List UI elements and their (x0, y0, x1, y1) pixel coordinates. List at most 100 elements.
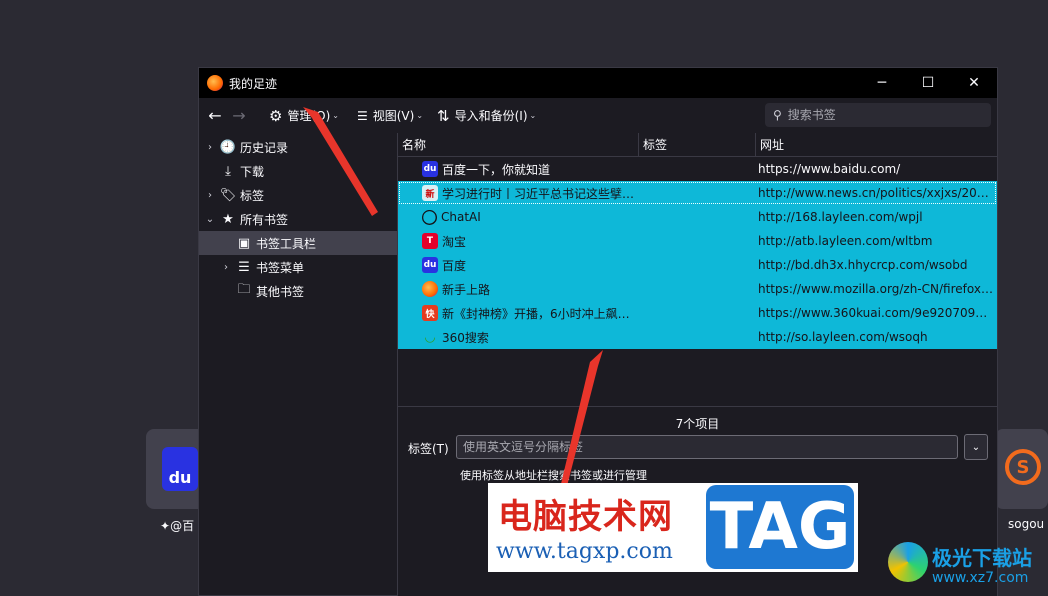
import-backup-menu-button[interactable]: ⇅ 导入和备份(I) ⌄ (431, 102, 542, 130)
import-label: 导入和备份(I) (454, 109, 528, 123)
search-icon: ⚲ (773, 108, 782, 122)
tag-dropdown-button[interactable]: ⌄ (964, 434, 988, 460)
view-menu-button[interactable]: ☰ 视图(V) ⌄ (351, 102, 429, 130)
sidebar-item-bookmarks-menu[interactable]: › ☰ 书签菜单 (199, 255, 397, 279)
chevron-down-icon[interactable]: ⌄ (205, 214, 215, 225)
table-row[interactable]: T 淘宝 http://atb.layleen.com/wltbm (398, 229, 997, 253)
title-bar[interactable]: 我的足迹 ─ ☐ ✕ (199, 68, 997, 98)
chevron-down-icon: ⌄ (416, 111, 424, 120)
firefox-favicon-icon (422, 281, 438, 297)
sort-arrows-icon: ⇅ (437, 106, 450, 125)
search-input[interactable] (785, 107, 980, 123)
star-icon: ★ (222, 211, 234, 227)
sidebar-item-downloads[interactable]: ⤓ 下载 (199, 159, 397, 183)
tag-input[interactable] (456, 435, 958, 459)
forward-button[interactable]: → (227, 106, 251, 125)
table-row[interactable]: ◡ 360搜索 http://so.layleen.com/wsoqh (398, 325, 997, 349)
chevron-down-icon: ⌄ (332, 111, 339, 120)
sidebar-item-other-bookmarks[interactable]: 🗀 其他书签 (199, 279, 397, 303)
chevron-down-icon: ⌄ (529, 111, 537, 120)
table-row[interactable]: 新学习进行时丨习近平总书记这些擘… http://www.news.cn/pol… (398, 181, 997, 205)
sidebar-item-bookmarks-toolbar[interactable]: ▣ 书签工具栏 (199, 231, 397, 255)
baidu-favicon-icon: du (422, 161, 438, 177)
tag-field-label: 标签(T) (408, 442, 449, 456)
table-row[interactable]: du 百度 http://bd.dh3x.hhycrcp.com/wsobd (398, 253, 997, 277)
sidebar-item-label: 书签菜单 (256, 260, 305, 275)
column-header-tags[interactable]: 标签 (639, 133, 756, 157)
row-url: http://168.layleen.com/wpjl (758, 210, 923, 224)
bookmark-list: 名称 标签 网址 du 百度一下，你就知道 https://www.baidu.c… (398, 133, 997, 405)
xz7-watermark: 极光下载站 www.xz7.com (888, 540, 1043, 590)
sogou-logo-icon: S (1005, 449, 1041, 485)
table-row[interactable]: du 百度一下，你就知道 https://www.baidu.com/ (398, 157, 997, 181)
sidebar-item-tags[interactable]: › 🏷 标签 (199, 183, 397, 207)
row-name: 新手上路 (442, 282, 491, 297)
row-name: 百度一下，你就知道 (442, 162, 551, 177)
column-header-url[interactable]: 网址 (756, 133, 997, 157)
manage-menu-button[interactable]: ⚙ 管理(O) ⌄ (263, 102, 345, 130)
sidebar-item-label: 书签工具栏 (256, 236, 317, 251)
row-name: 百度 (442, 258, 467, 273)
row-name: 淘宝 (442, 234, 467, 249)
firefox-icon (207, 75, 223, 91)
360kuai-favicon-icon: 快 (422, 305, 438, 321)
top-site-label-sogou: sogou (1008, 517, 1045, 531)
table-row[interactable]: ◯ ChatAI http://168.layleen.com/wpjl (398, 205, 997, 229)
watermark-site-url: www.tagxp.com (496, 539, 673, 564)
table-row[interactable]: 新手上路 https://www.mozilla.org/zh-CN/firef… (398, 277, 997, 301)
top-site-label-baidu: ✦@百 (160, 519, 195, 533)
globe-icon: ◯ (422, 209, 438, 225)
column-header-name[interactable]: 名称 (398, 133, 639, 157)
bookmark-search-box[interactable]: ⚲ (765, 103, 991, 127)
item-count: 7个项目 (675, 417, 720, 431)
watermark-jg-url: www.xz7.com (932, 570, 1029, 586)
watermark-tag-logo: TAG (706, 485, 854, 569)
tagxp-watermark: 电脑技术网 www.tagxp.com TAG (488, 483, 858, 572)
chevron-right-icon[interactable]: › (205, 142, 215, 153)
back-button[interactable]: ← (203, 106, 227, 125)
row-name: ChatAI (441, 210, 481, 224)
sidebar-item-label: 其他书签 (256, 284, 305, 299)
row-url: http://so.layleen.com/wsoqh (758, 330, 928, 344)
sidebar-item-all-bookmarks[interactable]: ⌄ ★ 所有书签 (199, 207, 397, 231)
watermark-jg-name: 极光下载站 (932, 546, 1032, 570)
view-label: 视图(V) (372, 109, 415, 123)
bookmarks-toolbar-icon: ▣ (237, 235, 251, 251)
minimize-button[interactable]: ─ (859, 68, 905, 98)
jiguang-logo-icon (888, 542, 928, 582)
top-site-tile-sogou[interactable]: S (995, 429, 1048, 509)
row-url: https://www.mozilla.org/zh-CN/firefox/… (758, 282, 994, 296)
row-url: https://www.360kuai.com/9e92070908… (758, 306, 994, 320)
sidebar-item-label: 所有书签 (240, 212, 289, 227)
top-site-tile-baidu[interactable]: du (146, 429, 206, 509)
download-icon: ⤓ (225, 163, 231, 179)
close-button[interactable]: ✕ (951, 68, 997, 98)
chevron-right-icon[interactable]: › (205, 190, 215, 201)
360-search-favicon-icon: ◡ (425, 329, 435, 345)
baidu-logo-icon: du (162, 447, 198, 491)
taobao-favicon-icon: T (422, 233, 438, 249)
row-url: http://bd.dh3x.hhycrcp.com/wsobd (758, 258, 968, 272)
gear-icon: ⚙ (269, 106, 283, 125)
folder-icon: 🗀 (237, 282, 251, 297)
row-url: https://www.baidu.com/ (758, 162, 901, 176)
row-name: 学习进行时丨习近平总书记这些擘… (442, 186, 635, 201)
tag-icon: 🏷 (219, 187, 237, 203)
sidebar-item-history[interactable]: › 🕘 历史记录 (199, 135, 397, 159)
baidu-favicon-icon: du (422, 257, 438, 273)
row-name: 360搜索 (442, 330, 489, 345)
maximize-button[interactable]: ☐ (905, 68, 951, 98)
library-sidebar-tree: › 🕘 历史记录 ⤓ 下载 › 🏷 标签 ⌄ ★ 所有书签 ▣ 书签工具栏 › … (199, 133, 398, 595)
list-view-icon: ☰ (356, 108, 368, 123)
table-row[interactable]: 快新《封神榜》开播，6小时冲上飙… https://www.360kuai.co… (398, 301, 997, 325)
tag-hint-text: 使用标签从地址栏搜索书签或进行管理 (460, 469, 647, 482)
clock-icon: 🕘 (219, 139, 237, 155)
chevron-right-icon[interactable]: › (221, 262, 231, 273)
sidebar-item-label: 下载 (240, 164, 265, 179)
menu-list-icon: ☰ (238, 259, 250, 275)
watermark-site-name: 电脑技术网 (498, 497, 673, 537)
row-url: http://www.news.cn/politics/xxjxs/2023… (758, 186, 994, 200)
xinhua-favicon-icon: 新 (422, 185, 438, 201)
library-toolbar: ← → ⚙ 管理(O) ⌄ ☰ 视图(V) ⌄ ⇅ 导入和备份(I) ⌄ ⚲ (199, 98, 997, 133)
window-title: 我的足迹 (229, 76, 278, 91)
